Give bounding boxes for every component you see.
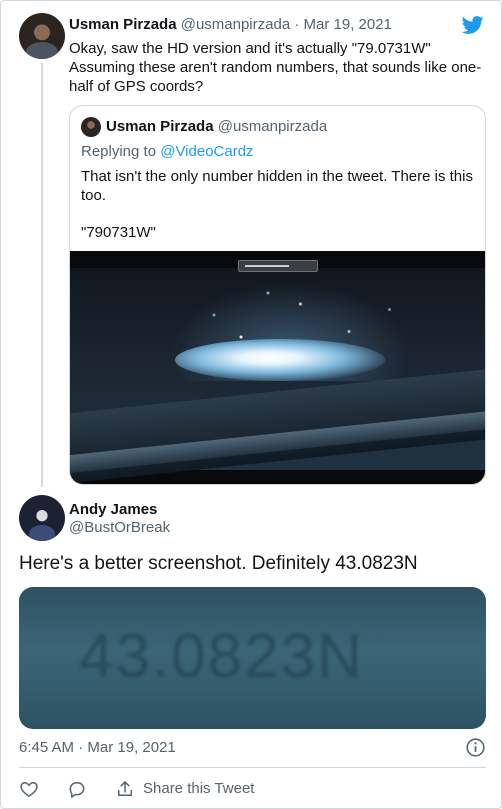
author-handle[interactable]: @usmanpirzada — [181, 16, 290, 33]
divider — [19, 767, 486, 768]
reply-media-image[interactable]: 43.0823N — [19, 587, 486, 729]
quoted-avatar — [81, 117, 101, 137]
quoted-header: Usman Pirzada @usmanpirzada — [106, 118, 327, 135]
timestamp-separator: · — [78, 739, 84, 756]
tweet-timestamp[interactable]: 6:45 AM · Mar 19, 2021 — [19, 739, 176, 756]
replying-to-link[interactable]: @VideoCardz — [160, 143, 253, 160]
twitter-bird-icon[interactable] — [461, 14, 485, 36]
quoted-tweet[interactable]: Usman Pirzada @usmanpirzada Replying to … — [69, 105, 486, 485]
info-icon[interactable] — [465, 737, 486, 758]
author-name[interactable]: Usman Pirzada — [69, 16, 177, 33]
share-button[interactable] — [115, 777, 135, 801]
header-separator: · — [294, 16, 300, 33]
reply-avatar[interactable] — [19, 495, 65, 541]
avatar[interactable] — [19, 13, 65, 59]
media-url-bar — [238, 260, 318, 272]
timestamp-time: 6:45 AM — [19, 739, 75, 756]
quoted-author-name: Usman Pirzada — [106, 118, 214, 135]
embedded-tweet-card: Usman Pirzada @usmanpirzada · Mar 19, 20… — [0, 0, 502, 809]
tweet-date[interactable]: Mar 19, 2021 — [304, 16, 392, 33]
share-icon — [118, 781, 132, 796]
reply-author-name[interactable]: Andy James — [69, 501, 157, 518]
share-label[interactable]: Share this Tweet — [143, 780, 254, 797]
quoted-author-handle: @usmanpirzada — [217, 118, 328, 135]
speech-bubble-icon — [69, 782, 85, 798]
reply-author-handle[interactable]: @BustOrBreak — [69, 519, 170, 536]
tweet-header: Usman Pirzada @usmanpirzada · Mar 19, 20… — [69, 16, 392, 33]
replying-to-prefix: Replying to — [81, 143, 161, 160]
timestamp-date: Mar 19, 2021 — [87, 739, 176, 756]
reply-button[interactable] — [67, 777, 87, 801]
quoted-tweet-text: That isn't the only number hidden in the… — [81, 168, 473, 204]
thread-connector-line — [41, 63, 43, 487]
media-glowing-object — [175, 339, 385, 381]
quoted-tweet-code: "790731W" — [81, 224, 156, 241]
quoted-media-image[interactable] — [70, 251, 485, 484]
like-button[interactable] — [19, 777, 39, 801]
heart-icon — [20, 782, 38, 797]
replying-to: Replying to @VideoCardz — [81, 143, 254, 160]
tweet-text: Okay, saw the HD version and it's actual… — [69, 40, 482, 95]
reply-tweet-text: Here's a better screenshot. Definitely 4… — [19, 553, 418, 574]
media-embossed-text: 43.0823N — [79, 622, 364, 691]
